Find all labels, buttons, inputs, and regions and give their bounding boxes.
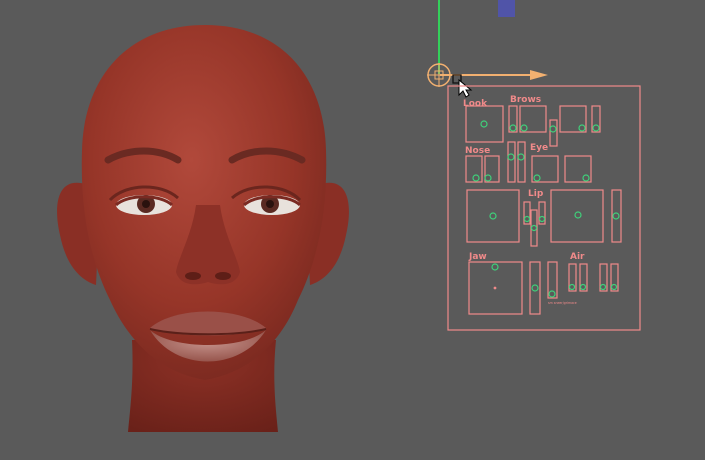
section-air-label: Air bbox=[570, 252, 585, 262]
section-jaw-label: Jaw bbox=[468, 252, 487, 262]
left-eye bbox=[114, 195, 174, 215]
head-model[interactable] bbox=[57, 25, 349, 432]
blue-marker[interactable] bbox=[498, 0, 515, 17]
x-axis-arrow-icon[interactable] bbox=[530, 70, 548, 80]
move-gizmo[interactable] bbox=[427, 0, 548, 87]
section-lip-label: Lip bbox=[528, 189, 544, 199]
face-control-panel[interactable]: Look Brows Nose Eye Lip Jaw sm sneer/gri… bbox=[447, 85, 641, 331]
section-look-label: Look bbox=[463, 99, 488, 109]
right-eye bbox=[242, 195, 302, 215]
section-eye-label: Eye bbox=[530, 143, 548, 153]
section-brows-label: Brows bbox=[510, 95, 541, 105]
section-nose-label: Nose bbox=[465, 146, 490, 156]
viewport-3d[interactable]: Look Brows Nose Eye Lip Jaw sm sneer/gri… bbox=[0, 0, 705, 455]
tiny-control-label: sm sneer/grimace bbox=[548, 301, 577, 305]
